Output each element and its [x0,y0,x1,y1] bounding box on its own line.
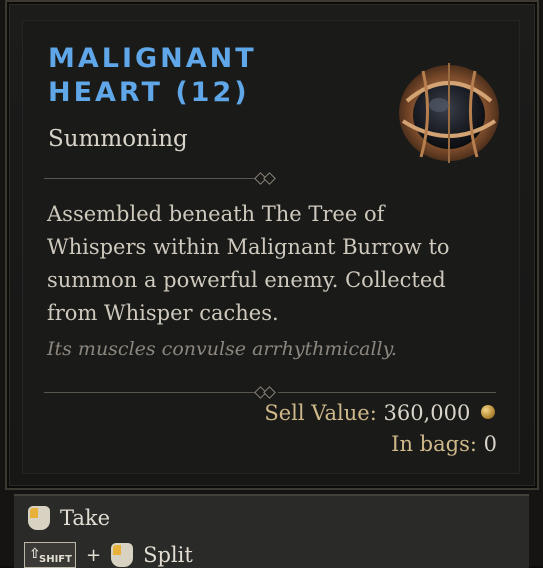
item-name: MALIGNANT HEART (12) [48,42,368,110]
divider-bottom-right [278,392,496,393]
item-description: Assembled beneath The Tree of Whispers w… [47,202,450,325]
item-category: Summoning [48,126,188,152]
shift-key-icon: ⇧ SHIFT [24,542,76,568]
in-bags-label: In bags: [391,432,477,456]
in-bags-row: In bags: 0 [391,432,497,456]
malignant-heart-icon [399,63,499,163]
split-label: Split [143,543,193,567]
left-click-icon [111,543,134,567]
item-tooltip: MALIGNANT HEART (12) Summoning Assembled… [0,0,543,568]
item-name-line1: MALIGNANT [48,43,257,74]
divider-bottom [44,392,256,393]
sell-value-label: Sell Value: [264,401,377,425]
sell-value: 360,000 [383,401,471,425]
in-bags-value: 0 [483,432,497,456]
split-action[interactable]: ⇧ SHIFT + Split [24,542,193,568]
take-label: Take [60,506,111,530]
item-name-line2: HEART (12) [48,77,250,108]
action-bar: Take ⇧ SHIFT + Split [14,494,529,568]
gold-icon [481,405,495,419]
take-action[interactable]: Take [28,506,110,530]
plus-sign: + [86,544,102,566]
sell-value-row: Sell Value: 360,000 [264,401,495,425]
item-flavor-text: Its muscles convulse arrhythmically. [47,338,397,360]
left-click-icon [28,506,50,530]
divider-top [44,178,262,179]
